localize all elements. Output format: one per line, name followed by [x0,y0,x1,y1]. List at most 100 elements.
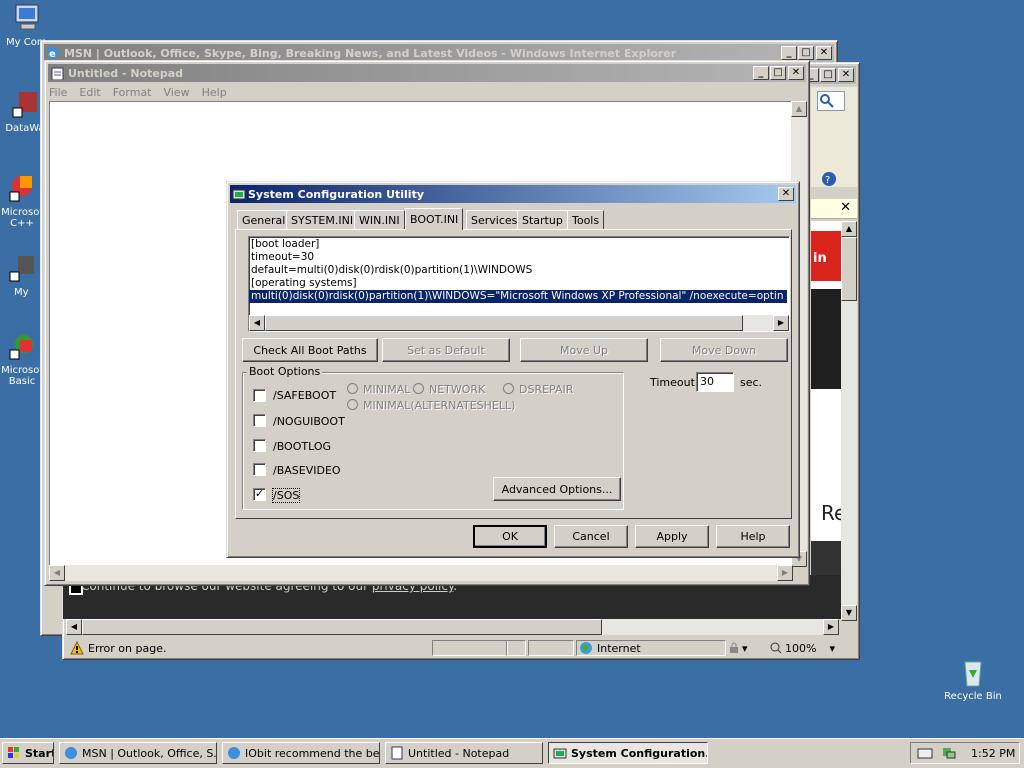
advanced-options-button[interactable]: Advanced Options... [493,477,621,501]
close-button[interactable]: ✕ [778,187,794,201]
menu-file[interactable]: File [49,86,67,99]
boot-ini-listbox[interactable]: [boot loader] timeout=30 default=multi(0… [248,236,790,332]
scroll-thumb[interactable] [841,237,857,301]
minimal-label[interactable]: MINIMAL [363,383,410,396]
ok-button[interactable]: OK [473,525,547,548]
security-dropdown[interactable]: ▾ [728,640,768,656]
desktop-icon-my[interactable]: My [0,252,44,298]
maximize-button[interactable]: □ [770,66,786,80]
boot-line[interactable]: [operating systems] [251,277,787,290]
search-button[interactable] [817,91,845,111]
minimal-alternateshell-radio[interactable] [347,399,358,410]
boot-line-selected[interactable]: multi(0)disk(0)rdisk(0)partition(1)\WIND… [249,290,789,303]
visual-cpp-icon [9,176,32,202]
menu-edit[interactable]: Edit [79,86,100,99]
noguiboot-checkbox[interactable] [253,414,266,427]
move-down-button[interactable]: Move Down [660,338,788,362]
tab-startup[interactable]: Startup [517,210,568,229]
menu-format[interactable]: Format [113,86,152,99]
bootlog-label[interactable]: /BOOTLOG [273,440,331,453]
close-button[interactable]: ✕ [816,46,832,60]
safeboot-label[interactable]: /SAFEBOOT [273,389,336,402]
basevideo-label[interactable]: /BASEVIDEO [273,464,341,477]
ie-vertical-scrollbar[interactable]: ▲ ▼ [841,221,857,621]
desktop-icon-msvb[interactable]: Microsof Basic [0,330,44,387]
tab-services[interactable]: Services [466,210,523,229]
dsrepair-radio[interactable] [503,383,514,394]
tab-win-ini[interactable]: WIN.INI [354,210,405,229]
desktop-icon-recycle-bin[interactable]: Recycle Bin [938,656,1008,702]
apply-button[interactable]: Apply [635,525,709,548]
notepad-menubar: File Edit Format View Help [49,83,227,101]
tab-general[interactable]: General [237,210,291,229]
cancel-button[interactable]: Cancel [554,525,628,548]
menu-help[interactable]: Help [202,86,227,99]
network-label[interactable]: NETWORK [429,383,485,396]
network-radio[interactable] [413,383,424,394]
timeout-unit: sec. [740,376,763,389]
noguiboot-label[interactable]: /NOGUIBOOT [273,415,345,428]
maximize-button[interactable]: □ [798,46,814,60]
help-icon[interactable]: ? [821,171,837,187]
keyboard-icon[interactable] [917,746,933,760]
bootlog-checkbox[interactable] [253,439,266,452]
timeout-input[interactable]: 30 [696,372,734,392]
close-button[interactable]: ✕ [788,66,804,80]
start-button[interactable]: Start [2,742,54,764]
boot-line[interactable]: default=multi(0)disk(0)rdisk(0)partition… [251,264,787,277]
scroll-right-button[interactable]: ▶ [773,315,789,331]
tab-strip: General SYSTEM.INI WIN.INI BOOT.INI Serv… [237,208,797,230]
warning-icon[interactable] [70,641,84,655]
scroll-up-button[interactable]: ▲ [841,221,857,237]
check-all-boot-paths-button[interactable]: Check All Boot Paths [242,338,378,362]
minimal-alternateshell-label[interactable]: MINIMAL(ALTERNATESHELL) [363,399,515,412]
taskbar-item-msconfig[interactable]: System Configuration... [548,742,708,764]
taskbar-item-msn[interactable]: MSN | Outlook, Office, S... [59,742,217,764]
system-tray: 1:52 PM [910,742,1020,764]
help-button[interactable]: Help [716,525,790,548]
dsrepair-label[interactable]: DSREPAIR [519,383,573,396]
scroll-up-button[interactable]: ▲ [791,101,807,117]
minimize-button[interactable]: _ [781,46,797,60]
minimal-radio[interactable] [347,383,358,394]
sos-checkbox[interactable]: ✓ [253,488,266,501]
menu-view[interactable]: View [164,86,190,99]
boot-line[interactable]: [boot loader] [251,238,787,251]
scroll-thumb[interactable] [82,619,602,635]
desktop-icon-msvc[interactable]: Microsof C++ [0,172,44,229]
tab-boot-ini[interactable]: BOOT.INI [405,208,464,230]
tab-panel: [boot loader] timeout=30 default=multi(0… [235,229,792,519]
scroll-thumb[interactable] [265,315,743,331]
safeboot-checkbox[interactable] [253,389,266,402]
taskbar-item-iobit[interactable]: IObit recommend the be... [222,742,380,764]
maximize-button[interactable]: □ [820,68,836,82]
listbox-horizontal-scrollbar[interactable]: ◀ ▶ [249,315,789,331]
scroll-right-button[interactable]: ▶ [823,619,839,635]
lock-icon [730,642,738,653]
close-icon[interactable]: ✕ [840,200,851,215]
msconfig-titlebar[interactable]: System Configuration Utility ✕ [230,185,796,203]
clock[interactable]: 1:52 PM [971,747,1015,760]
minimize-button[interactable]: _ [753,66,769,80]
ie-horizontal-scrollbar[interactable]: ◀ ▶ [66,619,839,635]
sos-label[interactable]: /SOS [271,488,301,503]
taskbar-item-notepad[interactable]: Untitled - Notepad [385,742,543,764]
notepad-titlebar[interactable]: Untitled - Notepad _ □ ✕ [48,64,806,82]
scroll-left-button[interactable]: ◀ [49,565,65,581]
scroll-down-button[interactable]: ▼ [841,605,857,621]
boot-options-group: Boot Options /SAFEBOOT /NOGUIBOOT /BOOTL… [242,365,624,510]
zoom-control[interactable]: 100% ▾ [770,640,840,656]
move-up-button[interactable]: Move Up [520,338,648,362]
basevideo-checkbox[interactable] [253,463,266,476]
notepad-horizontal-scrollbar[interactable]: ◀ ▶ [49,565,793,581]
promo-banner[interactable]: in [811,231,841,281]
tab-system-ini[interactable]: SYSTEM.INI [286,210,359,229]
set-as-default-button[interactable]: Set as Default [382,338,510,362]
boot-line[interactable]: timeout=30 [251,251,787,264]
network-tray-icon[interactable] [941,746,957,760]
tab-tools[interactable]: Tools [567,210,605,229]
scroll-left-button[interactable]: ◀ [249,315,265,331]
close-button[interactable]: ✕ [838,68,854,82]
scroll-right-button[interactable]: ▶ [777,565,793,581]
scroll-left-button[interactable]: ◀ [66,619,82,635]
